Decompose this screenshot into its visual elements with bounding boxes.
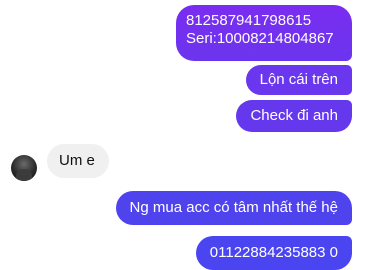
message-text: Ng mua acc có tâm nhất thế hệ [129, 199, 338, 216]
outgoing-message-4[interactable]: Ng mua acc có tâm nhất thế hệ [115, 191, 352, 225]
message-text: Check đi anh [250, 107, 338, 124]
incoming-message-1[interactable]: Um e [47, 144, 109, 178]
message-text-serial: Seri:10008214804867 [186, 30, 334, 47]
outgoing-message-card-code[interactable]: 812587941798615 Seri:10008214804867 [176, 5, 352, 61]
message-text: Um e [59, 152, 95, 169]
outgoing-message-2[interactable]: Lộn cái trên [245, 65, 352, 95]
contact-avatar[interactable] [11, 155, 37, 181]
message-text-code: 812587941798615 [186, 12, 312, 29]
outgoing-message-5[interactable]: 01122884235883 0 [195, 236, 352, 270]
message-text: 01122884235883 0 [209, 244, 338, 261]
message-text: Lộn cái trên [259, 71, 338, 88]
outgoing-message-3[interactable]: Check đi anh [236, 100, 352, 132]
